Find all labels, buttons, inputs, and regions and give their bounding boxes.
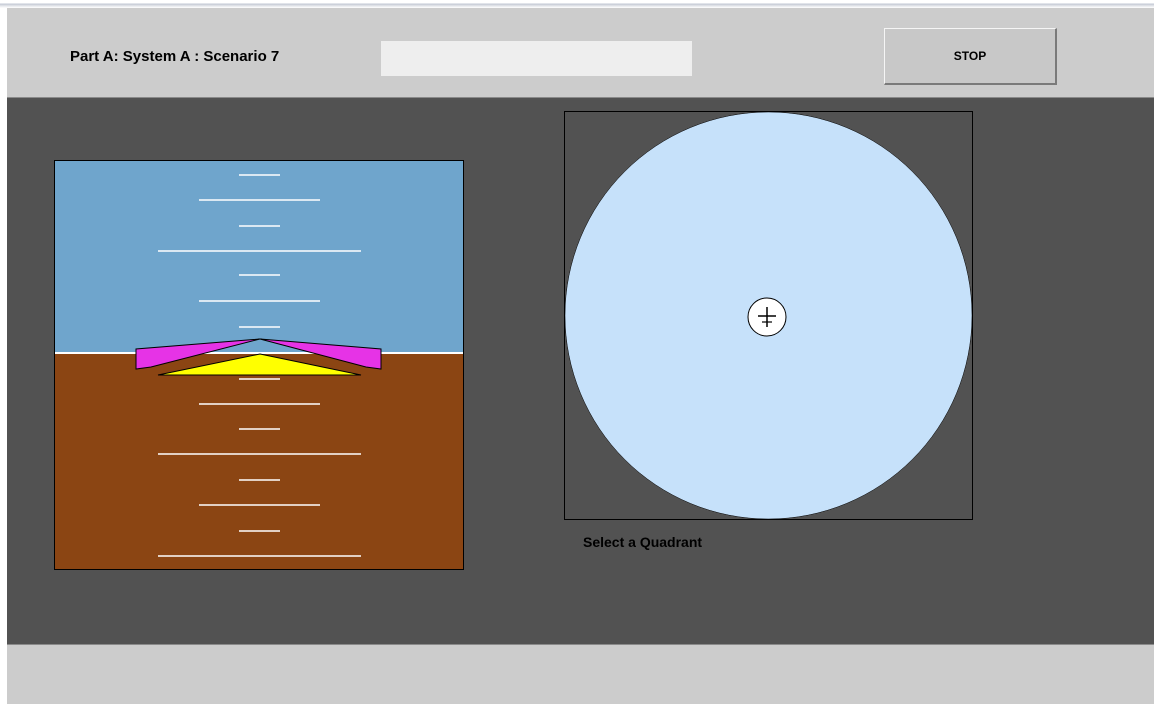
crosshair-icon bbox=[747, 297, 787, 337]
main-panel: Select a Quadrant bbox=[7, 98, 1154, 644]
footer-bar bbox=[7, 644, 1154, 704]
sky-region bbox=[54, 160, 464, 353]
app-window: Part A: System A : Scenario 7 STOP Selec… bbox=[0, 0, 1154, 704]
header-bar: Part A: System A : Scenario 7 STOP bbox=[7, 8, 1154, 98]
stop-button[interactable]: STOP bbox=[884, 28, 1057, 85]
quadrant-instruction-label: Select a Quadrant bbox=[583, 534, 703, 550]
attitude-indicator bbox=[54, 160, 464, 570]
scenario-title: Part A: System A : Scenario 7 bbox=[70, 48, 280, 65]
ground-region bbox=[54, 353, 464, 570]
quadrant-selector[interactable] bbox=[564, 111, 973, 520]
status-field[interactable] bbox=[381, 41, 692, 76]
window-top-border bbox=[0, 0, 1154, 8]
